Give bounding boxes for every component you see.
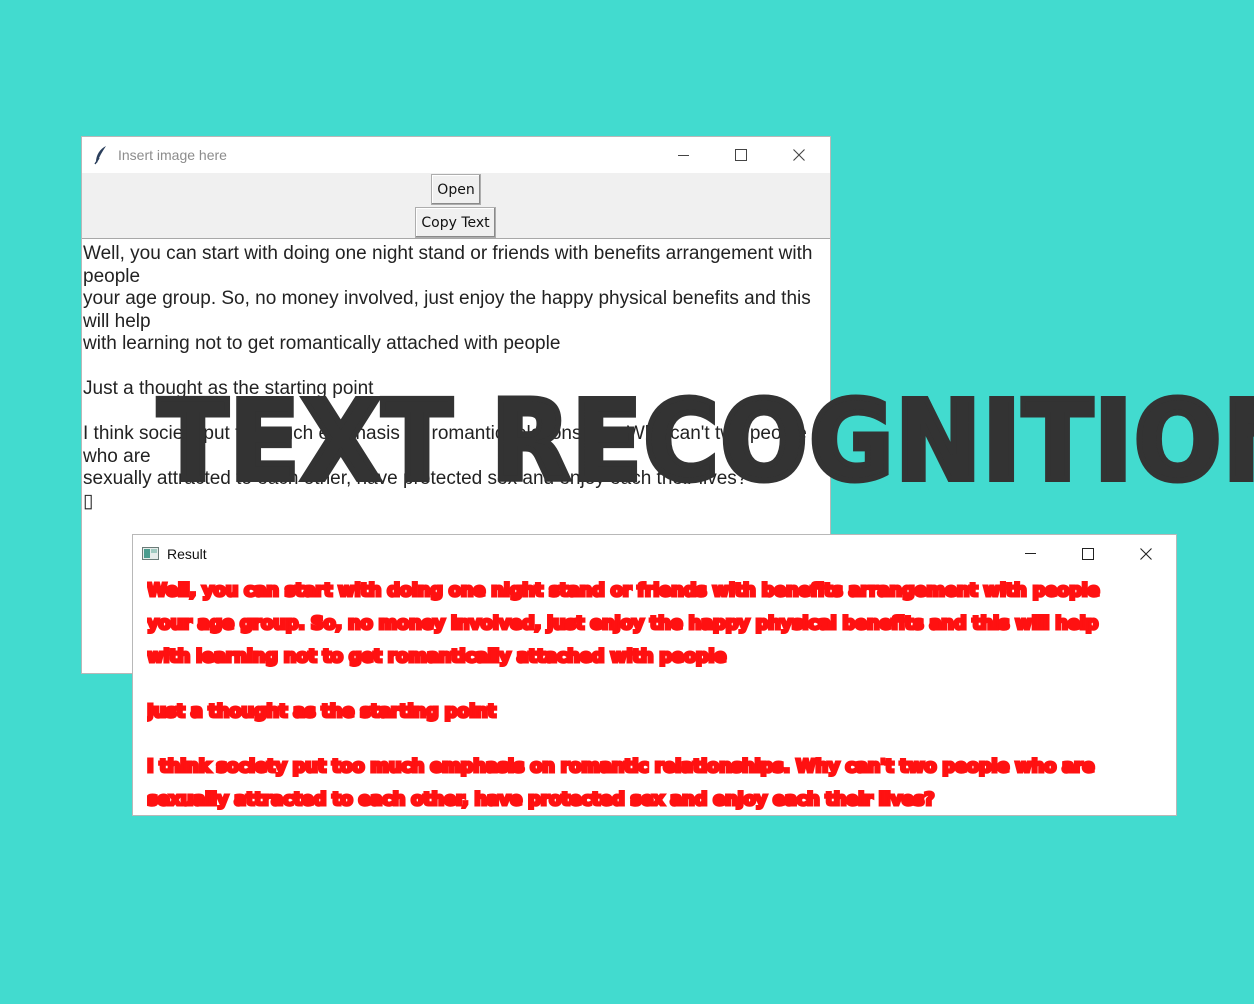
result-minimize-button[interactable]	[1001, 535, 1059, 572]
text-line	[83, 356, 830, 379]
open-button[interactable]: Open	[431, 174, 481, 205]
minimize-button[interactable]	[654, 137, 712, 173]
highlighted-text-line: sexually attracted to each other, have p…	[147, 788, 936, 812]
feather-icon	[94, 145, 108, 165]
highlighted-text-line: Just a thought as the starting point	[147, 700, 498, 724]
maximize-icon	[1082, 547, 1094, 560]
image-window-icon	[142, 547, 159, 560]
highlighted-text-line: Well, you can start with doing one night…	[147, 579, 1101, 603]
highlighted-text-line: with learning not to get romantically at…	[147, 645, 728, 669]
result-close-button[interactable]	[1117, 535, 1175, 572]
text-line: people	[83, 265, 141, 287]
minimize-icon	[677, 154, 689, 156]
close-button[interactable]	[770, 137, 828, 173]
window-title: Insert image here	[118, 147, 227, 163]
maximize-button[interactable]	[712, 137, 770, 173]
result-image-area: Well, you can start with doing one night…	[133, 572, 1176, 815]
highlighted-text-line: your age group. So, no money involved, j…	[147, 612, 1100, 636]
close-icon	[793, 149, 805, 161]
text-line: your age group. So, no money involved, j…	[83, 288, 811, 309]
result-title-bar[interactable]: Result	[133, 535, 1176, 572]
text-line: will help	[83, 310, 151, 332]
minimize-icon	[1024, 553, 1036, 554]
text-line: with learning not to get romantically at…	[83, 333, 561, 354]
result-window: Result Well, you can start with doing on…	[132, 534, 1177, 816]
result-window-title: Result	[167, 545, 207, 562]
maximize-icon	[735, 149, 747, 161]
title-bar[interactable]: Insert image here	[82, 137, 830, 173]
copy-text-button[interactable]: Copy Text	[415, 207, 496, 238]
result-maximize-button[interactable]	[1059, 535, 1117, 572]
close-icon	[1140, 547, 1152, 560]
text-line: Well, you can start with doing one night…	[83, 243, 813, 264]
overlay-title: TEXT RECOGNITION	[155, 374, 1254, 508]
highlighted-text-line: I think society put too much emphasis on…	[147, 755, 1096, 779]
